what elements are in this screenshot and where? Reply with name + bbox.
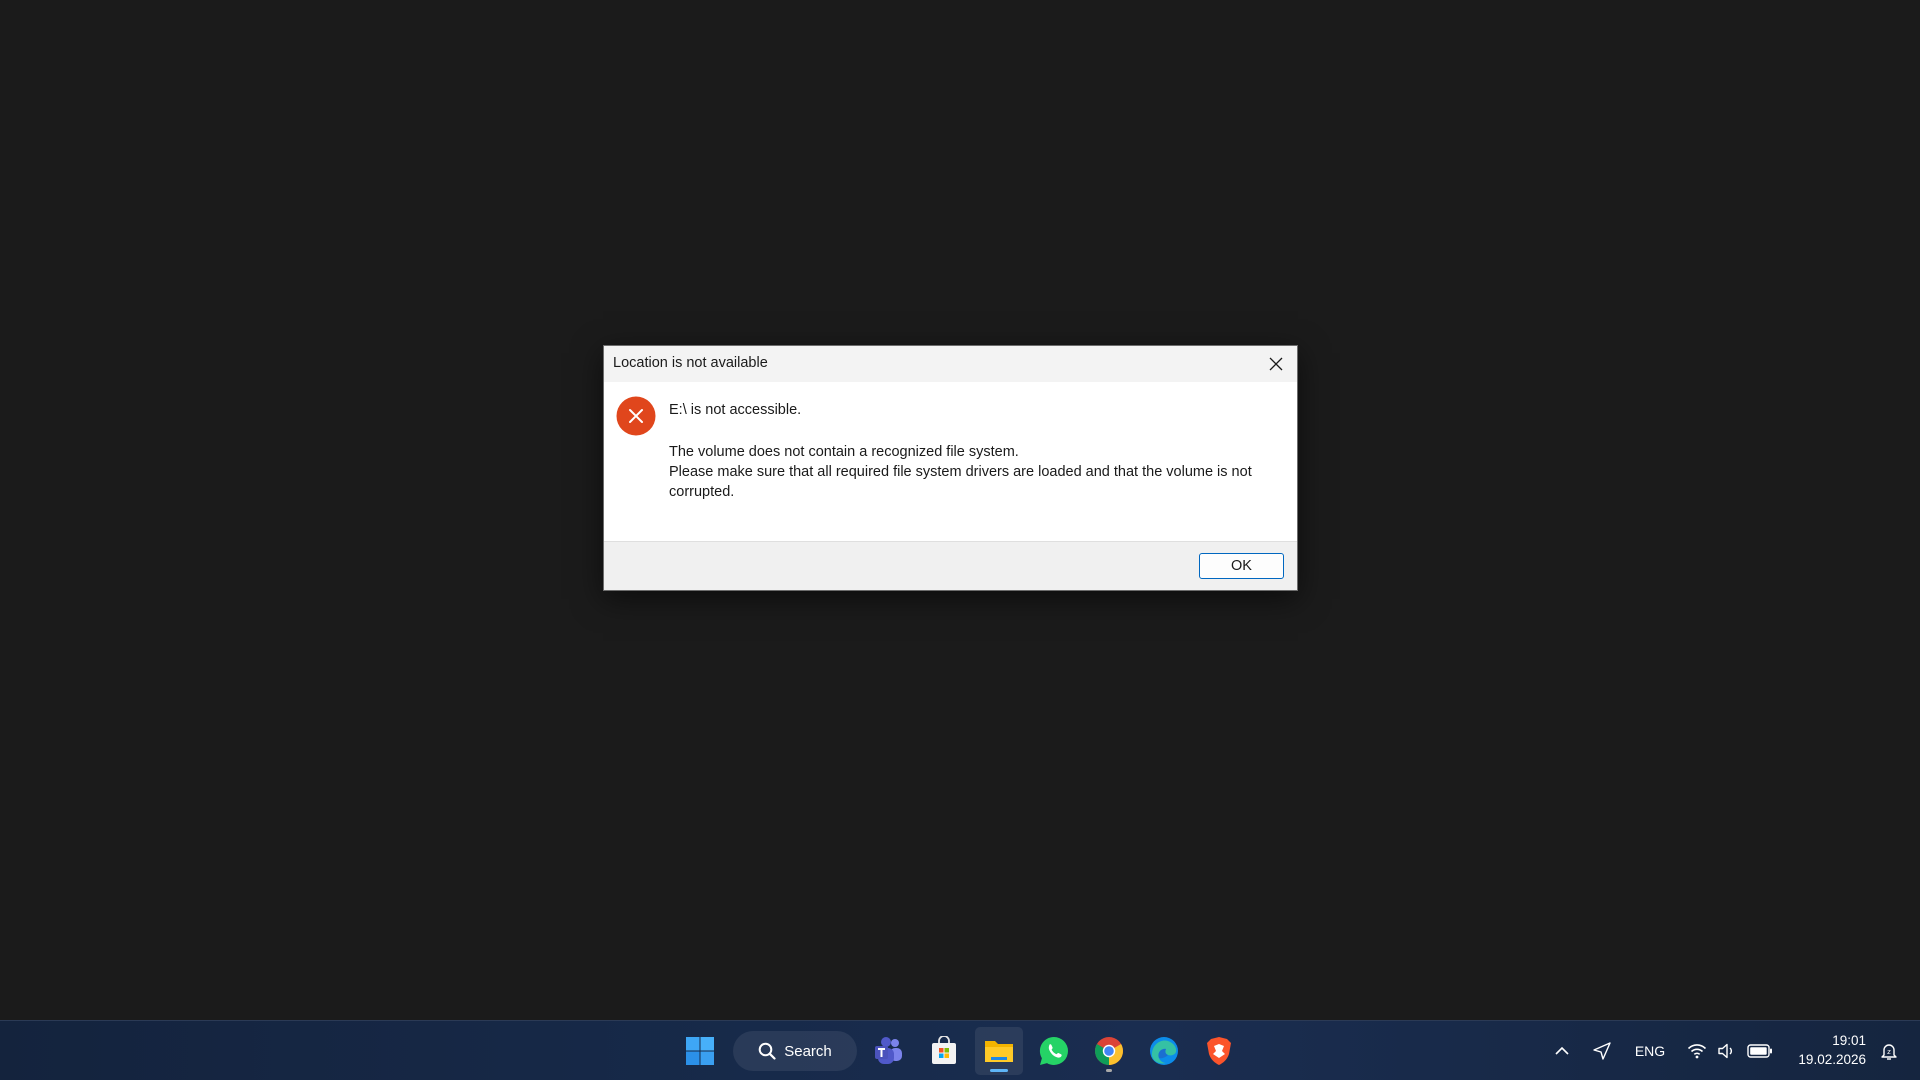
start-button[interactable] bbox=[676, 1027, 724, 1075]
error-icon bbox=[616, 396, 656, 436]
message-text: The volume does not contain a recognized… bbox=[669, 442, 1279, 502]
language-indicator[interactable]: ENG bbox=[1630, 1035, 1670, 1067]
notification-center-button[interactable]: z bbox=[1874, 1035, 1904, 1067]
dialog-footer: OK bbox=[604, 541, 1297, 590]
quick-settings-button[interactable] bbox=[1684, 1035, 1776, 1067]
windows-start-icon bbox=[686, 1037, 714, 1065]
file-explorer-icon bbox=[985, 1041, 1013, 1062]
taskbar-clock[interactable]: 19:01 19.02.2026 bbox=[1798, 1031, 1866, 1069]
clock-time: 19:01 bbox=[1832, 1033, 1866, 1048]
clock-date: 19.02.2026 bbox=[1798, 1052, 1866, 1067]
taskbar-app-teams[interactable] bbox=[865, 1027, 913, 1075]
volume-icon bbox=[1718, 1043, 1732, 1059]
taskbar: Search ENG 19:01 19.02.2026 z bbox=[0, 1020, 1920, 1080]
microsoft-store-icon bbox=[932, 1036, 956, 1064]
message-line-1: The volume does not contain a recognized… bbox=[669, 444, 1019, 460]
taskbar-app-whatsapp[interactable] bbox=[1030, 1027, 1078, 1075]
active-indicator bbox=[990, 1069, 1008, 1072]
edge-icon bbox=[1150, 1037, 1178, 1065]
taskbar-app-file-explorer[interactable] bbox=[975, 1027, 1023, 1075]
message-heading: E:\ is not accessible. bbox=[669, 402, 802, 418]
taskbar-app-chrome[interactable] bbox=[1085, 1027, 1133, 1075]
whatsapp-icon bbox=[1039, 1036, 1068, 1065]
teams-icon bbox=[875, 1037, 902, 1064]
show-hidden-icons-button[interactable] bbox=[1548, 1035, 1576, 1067]
chrome-icon bbox=[1095, 1037, 1123, 1065]
close-button[interactable] bbox=[1261, 349, 1291, 379]
battery-icon bbox=[1747, 1044, 1772, 1058]
search-label: Search bbox=[784, 1042, 832, 1060]
message-line-2: Please make sure that all required file … bbox=[669, 464, 1252, 500]
location-indicator[interactable] bbox=[1588, 1035, 1616, 1067]
ok-button[interactable]: OK bbox=[1199, 553, 1284, 579]
chevron-up-icon bbox=[1555, 1046, 1569, 1055]
location-icon bbox=[1593, 1042, 1611, 1060]
taskbar-app-edge[interactable] bbox=[1140, 1027, 1188, 1075]
taskbar-search[interactable]: Search bbox=[733, 1031, 857, 1071]
taskbar-app-store[interactable] bbox=[920, 1027, 968, 1075]
brave-icon bbox=[1207, 1037, 1231, 1065]
dialog-title: Location is not available bbox=[613, 355, 768, 371]
running-indicator bbox=[1106, 1069, 1112, 1072]
taskbar-app-brave[interactable] bbox=[1195, 1027, 1243, 1075]
close-icon bbox=[1269, 357, 1283, 371]
error-dialog: Location is not available E:\ is not acc… bbox=[603, 345, 1298, 591]
dialog-body: E:\ is not accessible. The volume does n… bbox=[604, 382, 1297, 541]
search-icon bbox=[758, 1042, 776, 1060]
notification-icon: z bbox=[1881, 1044, 1897, 1060]
dialog-titlebar[interactable]: Location is not available bbox=[604, 346, 1297, 382]
svg-text:z: z bbox=[1887, 1048, 1891, 1056]
wifi-icon bbox=[1687, 1044, 1707, 1059]
